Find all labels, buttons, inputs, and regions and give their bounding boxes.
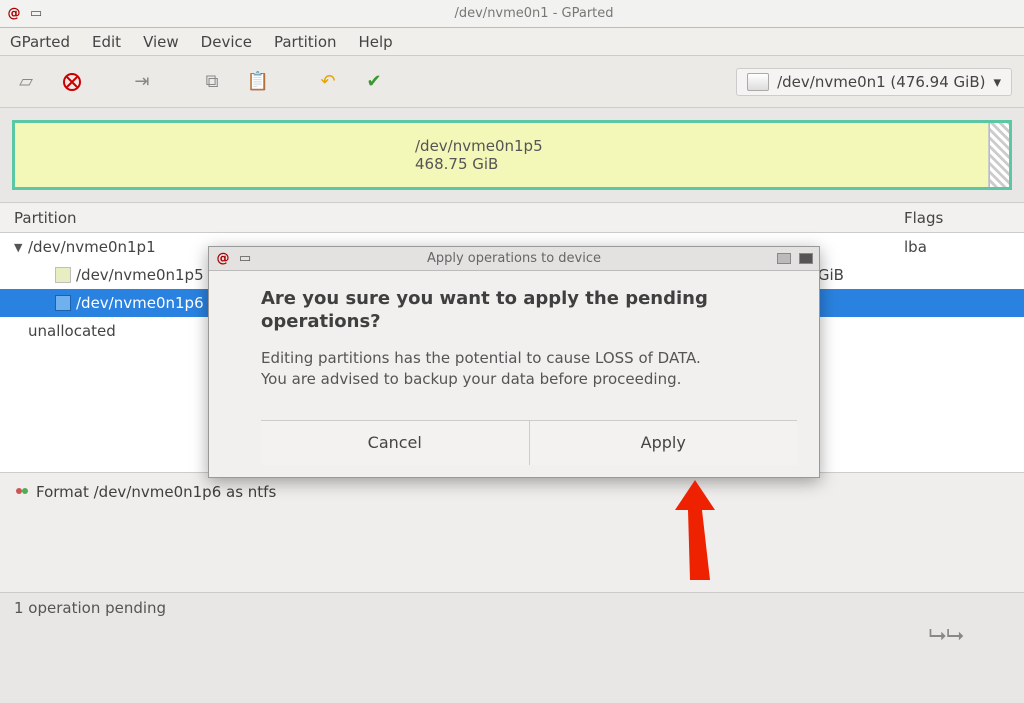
partition-swatch-icon [56, 268, 70, 282]
table-header: Partition Flags [0, 203, 1024, 233]
col-partition[interactable]: Partition [0, 209, 210, 227]
format-op-icon [14, 483, 30, 499]
menubar: GParted Edit View Device Partition Help [0, 28, 1024, 56]
dialog-message-1: Editing partitions has the potential to … [261, 348, 797, 369]
partition-name: /dev/nvme0n1p5 [76, 266, 204, 284]
dialog-question: Are you sure you want to apply the pendi… [261, 287, 797, 334]
partition-graph: /dev/nvme0n1p5 468.75 GiB [0, 108, 1024, 202]
menu-view[interactable]: View [143, 33, 179, 51]
window-title: /dev/nvme0n1 - GParted [50, 6, 1018, 21]
dialog-body: Are you sure you want to apply the pendi… [209, 271, 819, 477]
expander-icon[interactable]: ▼ [14, 241, 28, 254]
device-selector-label: /dev/nvme0n1 (476.94 GiB) [777, 73, 985, 91]
app-root: @ ▭ /dev/nvme0n1 - GParted GParted Edit … [0, 0, 1024, 703]
menu-device[interactable]: Device [201, 33, 252, 51]
menu-edit[interactable]: Edit [92, 33, 121, 51]
minimize-icon[interactable] [777, 253, 791, 264]
dialog-buttons: Cancel Apply [261, 420, 797, 465]
col-flags[interactable]: Flags [894, 209, 1024, 227]
apply-dialog: @ ▭ Apply operations to device Are you s… [208, 246, 820, 478]
graph-segment-main[interactable]: /dev/nvme0n1p5 468.75 GiB [15, 123, 989, 187]
dialog-message-2: You are advised to backup your data befo… [261, 369, 797, 390]
apply-button[interactable]: Apply [529, 421, 798, 465]
debian-icon: @ [6, 6, 22, 22]
new-partition-icon[interactable]: ▱ [12, 68, 40, 96]
partition-graph-bar[interactable]: /dev/nvme0n1p5 468.75 GiB [12, 120, 1012, 190]
undo-icon[interactable]: ↶ [314, 68, 342, 96]
debian-icon: @ [215, 251, 231, 267]
mouse-cursor-icon: ⮡⮡ [929, 623, 964, 648]
graph-segment-small[interactable] [989, 123, 1009, 187]
partition-name: unallocated [28, 322, 116, 340]
pending-op-text: Format /dev/nvme0n1p6 as ntfs [36, 483, 276, 501]
graph-segment-name: /dev/nvme0n1p5 [415, 137, 988, 155]
menu-gparted[interactable]: GParted [10, 33, 70, 51]
window-list-icon: ▭ [237, 251, 253, 267]
paste-icon[interactable]: 📋 [244, 68, 272, 96]
partition-flags: lba [894, 238, 1024, 256]
resize-icon[interactable]: ⇥ [128, 68, 156, 96]
chevron-down-icon: ▾ [993, 73, 1001, 91]
graph-segment-size: 468.75 GiB [415, 155, 988, 173]
menu-partition[interactable]: Partition [274, 33, 337, 51]
partition-name: /dev/nvme0n1p6 [76, 294, 204, 312]
apply-icon[interactable]: ✔ [360, 68, 388, 96]
delete-icon[interactable] [58, 68, 86, 96]
dialog-titlebar[interactable]: @ ▭ Apply operations to device [209, 247, 819, 271]
maximize-icon[interactable] [799, 253, 813, 264]
hdd-icon [747, 73, 769, 91]
toolbar: ▱ ⇥ ⧉ 📋 ↶ ✔ /dev/nvme0n1 (476.94 GiB) ▾ [0, 56, 1024, 108]
copy-icon[interactable]: ⧉ [198, 68, 226, 96]
dialog-title: Apply operations to device [259, 251, 769, 266]
statusbar: 1 operation pending [0, 592, 1024, 622]
window-list-icon: ▭ [28, 6, 44, 22]
device-selector[interactable]: /dev/nvme0n1 (476.94 GiB) ▾ [736, 68, 1012, 96]
cancel-button[interactable]: Cancel [261, 421, 529, 465]
system-titlebar: @ ▭ /dev/nvme0n1 - GParted [0, 0, 1024, 28]
pending-operations: Format /dev/nvme0n1p6 as ntfs [0, 472, 1024, 592]
partition-name: /dev/nvme0n1p1 [28, 238, 156, 256]
status-text: 1 operation pending [14, 599, 166, 617]
partition-swatch-icon [56, 296, 70, 310]
menu-help[interactable]: Help [359, 33, 393, 51]
